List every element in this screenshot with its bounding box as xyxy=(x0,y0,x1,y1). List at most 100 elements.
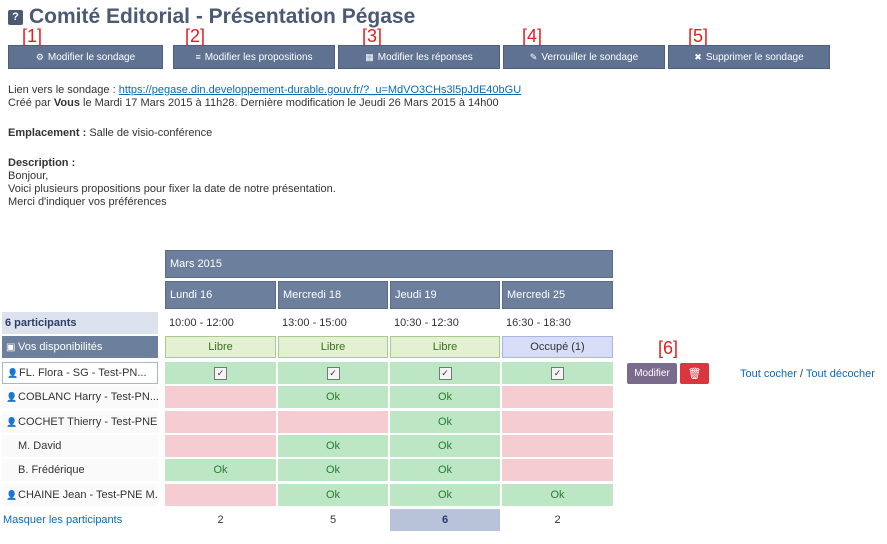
vote-cell: Ok xyxy=(502,484,613,506)
total-slot-3: 6 xyxy=(390,509,500,531)
vote-ok-label: Ok xyxy=(325,464,341,476)
description-line-2: Voici plusieurs propositions pour fixer … xyxy=(8,183,336,195)
edit-poll-button[interactable]: ⚙ Modifier le sondage xyxy=(8,45,163,69)
vote-cell xyxy=(502,411,613,433)
time-slot-4: 16:30 - 18:30 xyxy=(506,317,571,329)
delete-poll-button[interactable]: ✖ Supprimer le sondage xyxy=(668,45,830,69)
person-icon: 👤 xyxy=(6,417,18,427)
poll-link[interactable]: https://pegase.din.developpement-durable… xyxy=(119,84,521,96)
vote-ok-label: Ok xyxy=(550,489,565,501)
participant-name-cell: M. David xyxy=(2,435,158,457)
day-label: Jeudi 19 xyxy=(395,289,437,301)
vote-cell xyxy=(165,411,276,433)
delete-poll-label: Supprimer le sondage xyxy=(705,51,804,63)
vote-cell[interactable]: ✓ xyxy=(278,362,388,384)
edit-proposals-button[interactable]: ≡ Modifier les propositions xyxy=(173,45,335,69)
vote-checkbox[interactable]: ✓ xyxy=(551,366,564,380)
person-icon: 👤 xyxy=(7,368,19,378)
marker-4: [4] xyxy=(522,26,543,46)
total-slot-2: 5 xyxy=(329,514,337,526)
vote-cell xyxy=(165,435,276,457)
participant-name-cell: B. Frédérique xyxy=(2,459,158,481)
vote-ok-label: Ok xyxy=(437,440,453,452)
vote-cell: Ok xyxy=(278,435,388,457)
marker-5: [5] xyxy=(688,26,709,46)
vote-cell: Ok xyxy=(278,386,388,408)
poll-link-label: Lien vers le sondage : xyxy=(8,84,116,96)
vote-cell xyxy=(278,411,388,433)
vote-cell[interactable]: ✓ xyxy=(390,362,500,384)
total-slot-1: 2 xyxy=(217,514,224,526)
list-icon: ≡ xyxy=(195,52,201,62)
month-header: Mars 2015 xyxy=(165,250,613,278)
day-header-3: Jeudi 19 xyxy=(390,281,500,309)
created-by: Vous xyxy=(53,97,80,109)
vote-ok-label: Ok xyxy=(325,489,341,501)
vote-ok-label: Ok xyxy=(437,489,453,501)
vote-ok-label: Ok xyxy=(325,391,341,403)
description-line-1: Bonjour, xyxy=(8,170,49,182)
participant-name-cell: 👤 COBLANC Harry - Test-PN... xyxy=(2,386,158,408)
location-value: Salle de visio-conférence xyxy=(89,127,213,139)
description-line-3: Merci d'indiquer vos préférences xyxy=(8,196,167,208)
vote-cell[interactable]: ✓ xyxy=(165,362,276,384)
day-label: Lundi 16 xyxy=(170,289,213,301)
vote-cell: Ok xyxy=(165,459,276,481)
vote-cell: Ok xyxy=(390,435,500,457)
vote-checkbox[interactable]: ✓ xyxy=(326,366,340,380)
calendar-icon: ▣ xyxy=(6,342,16,353)
location-line: Emplacement : Salle de visio-conférence xyxy=(8,127,212,140)
marker-6: [6] xyxy=(658,338,679,358)
vote-cell xyxy=(165,484,276,506)
vote-cell: Ok xyxy=(390,411,500,433)
poll-link-line: Lien vers le sondage : https://pegase.di… xyxy=(8,84,521,97)
vote-ok-label: Ok xyxy=(213,464,228,476)
delete-row-button[interactable]: 🗑 xyxy=(680,363,709,384)
vote-cell xyxy=(502,435,613,457)
question-icon[interactable]: ? xyxy=(8,9,23,25)
edit-proposals-label: Modifier les propositions xyxy=(204,51,313,63)
check-all-link[interactable]: Tout cocher xyxy=(740,368,797,380)
vote-cell xyxy=(502,386,613,408)
time-slot-2: 13:00 - 15:00 xyxy=(282,317,347,329)
participant-name: COBLANC Harry - Test-PN... xyxy=(18,391,158,403)
marker-3: [3] xyxy=(362,26,383,46)
vote-checkbox[interactable]: ✓ xyxy=(214,366,227,380)
created-prefix: Créé par xyxy=(8,97,51,109)
hide-participants-link[interactable]: Masquer les participants xyxy=(3,514,122,526)
availability-cell-2: Libre xyxy=(278,336,388,358)
vote-cell: Ok xyxy=(278,484,388,506)
day-header-4: Mercredi 25 xyxy=(502,281,613,309)
participant-name: COCHET Thierry - Test-PNE... xyxy=(18,416,158,428)
lock-poll-button[interactable]: ✎ Verrouiller le sondage xyxy=(503,45,665,69)
participant-name-cell: 👤 CHAINE Jean - Test-PNE M... xyxy=(2,484,158,506)
uncheck-all-link[interactable]: Tout décocher xyxy=(806,368,875,380)
check-links: Tout cocher / Tout décocher xyxy=(740,368,875,380)
description-block: Description : Bonjour, Voici plusieurs p… xyxy=(8,157,336,209)
person-icon: 👤 xyxy=(6,490,18,500)
page-title-text: Comité Editorial - Présentation Pégase xyxy=(29,5,416,28)
vote-checkbox[interactable]: ✓ xyxy=(438,366,452,380)
close-icon: ✖ xyxy=(694,51,702,62)
vote-cell: Ok xyxy=(390,386,500,408)
page-title: ? Comité Editorial - Présentation Pégase xyxy=(8,5,415,29)
availability-cell-4: Occupé (1) xyxy=(502,336,613,358)
participants-count: 6 participants xyxy=(2,312,158,334)
participant-name-cell: 👤 FL. Flora - SG - Test-PN... xyxy=(2,362,158,384)
modify-row-button[interactable]: Modifier xyxy=(627,363,677,384)
edit-answers-button[interactable]: ▦ Modifier les réponses xyxy=(338,45,500,69)
person-icon: 👤 xyxy=(6,392,18,402)
trash-icon: 🗑 xyxy=(687,368,702,380)
participant-name: B. Frédérique xyxy=(18,464,85,476)
availability-cell-1: Libre xyxy=(165,336,276,358)
availability-cell-3: Libre xyxy=(390,336,500,358)
location-label: Emplacement : xyxy=(8,127,87,139)
vote-cell[interactable]: ✓ xyxy=(502,362,613,384)
day-label: Mercredi 25 xyxy=(507,289,566,301)
month-label: Mars 2015 xyxy=(170,258,222,270)
vote-ok-label: Ok xyxy=(437,464,453,476)
lock-poll-label: Verrouiller le sondage xyxy=(541,51,639,63)
day-header-1: Lundi 16 xyxy=(165,281,276,309)
edit-answers-label: Modifier les réponses xyxy=(377,51,473,63)
day-label: Mercredi 18 xyxy=(283,289,342,301)
